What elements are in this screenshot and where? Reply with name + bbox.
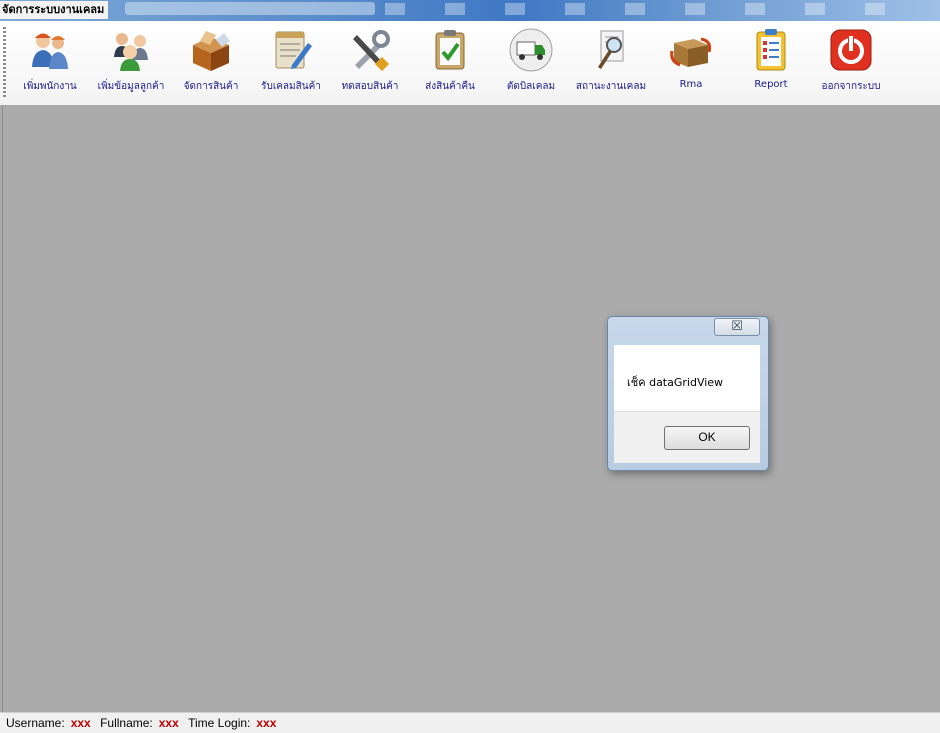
toolbar-label: ออกจากระบบ [821,81,881,92]
username-value: xxx [70,716,91,730]
toolbar-label: Rma [679,79,703,90]
toolbar-label: Report [754,79,788,90]
toolbar-button-cut-claim-bill[interactable]: ตัดบิลเคลม [491,25,571,101]
toolbar-button-claim-status[interactable]: สถานะงานเคลม [571,25,651,101]
fullname-label: Fullname: [100,716,153,730]
toolbar-label: จัดการสินค้า [183,81,239,92]
main-toolbar: เพิ่มพนักงาน เพิ่มข้อมูลลูกค้า จัดการสิน… [0,21,940,106]
toolbar-label: เพิ่มพนักงาน [23,81,77,92]
window-title-bar[interactable]: จัดการระบบงานเคลม [0,0,940,21]
toolbar-label: ตัดบิลเคลม [506,81,556,92]
time-login-value: xxx [256,716,277,730]
customers-icon [114,33,148,71]
title-bar-obscured-area [125,2,375,15]
close-button[interactable]: ☒ [714,318,760,336]
clipboard-check-icon [435,30,465,70]
toolbar-button-receive-claim[interactable]: รับเคลมสินค้า [251,25,331,101]
notepad-pencil-icon [275,31,312,69]
status-bar: Username: xxx Fullname: xxx Time Login: xxx [0,712,940,733]
window-title: จัดการระบบงานเคลม [0,1,109,19]
toolbar-button-logout[interactable]: ออกจากระบบ [811,25,891,101]
toolbar-button-add-customer[interactable]: เพิ่มข้อมูลลูกค้า [91,25,171,101]
toolbar-button-test-product[interactable]: ทดสอบสินค้า [330,25,410,101]
toolbar-button-rma[interactable]: Rma [651,25,731,101]
close-icon: ☒ [731,319,743,334]
toolbar-button-manage-products[interactable]: จัดการสินค้า [171,25,251,101]
toolbar-button-add-employee[interactable]: เพิ่มพนักงาน [10,25,90,101]
tools-icon [353,30,390,72]
time-login-label: Time Login: [188,716,251,730]
toolbar-grip[interactable] [3,27,6,99]
rma-box-icon [670,37,712,67]
toolbar-label: ส่งสินค้าคืน [425,81,475,92]
ok-button[interactable]: OK [664,426,750,450]
fullname-value: xxx [158,716,179,730]
dialog-message: เช็ค dataGridView [627,376,724,389]
username-label: Username: [6,716,65,730]
delivery-truck-icon [509,28,553,72]
dialog-content: เช็ค dataGridView [614,345,760,411]
report-checklist-icon [756,29,786,71]
product-box-icon [193,31,230,71]
toolbar-button-report[interactable]: Report [731,25,811,101]
dialog-footer: OK [614,411,760,463]
toolbar-button-return-product[interactable]: ส่งสินค้าคืน [410,25,490,101]
workers-icon [32,33,68,69]
power-icon [830,29,872,71]
title-bar-obscured-area-2 [385,3,925,15]
document-search-icon [598,30,624,69]
toolbar-label: ทดสอบสินค้า [341,81,399,92]
message-dialog: ☒ เช็ค dataGridView OK [607,316,769,471]
toolbar-label: รับเคลมสินค้า [261,81,321,92]
toolbar-label: เพิ่มข้อมูลลูกค้า [97,81,165,92]
toolbar-label: สถานะงานเคลม [575,81,647,92]
mdi-client-area [2,106,940,712]
